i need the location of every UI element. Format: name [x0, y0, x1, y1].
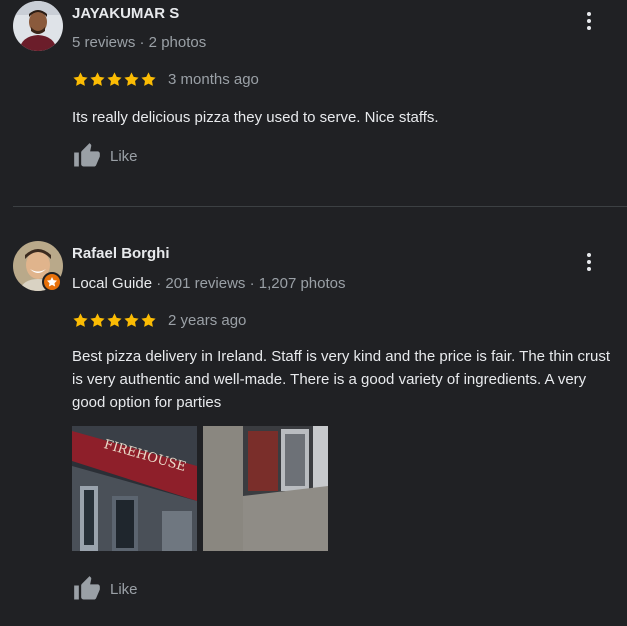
star-icon	[90, 312, 105, 327]
more-options-button[interactable]	[579, 9, 599, 33]
local-guide-badge-icon	[42, 272, 62, 292]
star-icon	[141, 312, 156, 327]
reviewer-meta: 5 reviews · 2 photos	[72, 34, 207, 51]
like-button[interactable]: Like	[72, 142, 138, 170]
reviewer-meta: Local Guide · 201 reviews · 1,207 photos	[72, 275, 346, 292]
reviewer-name[interactable]: Rafael Borghi	[72, 245, 170, 262]
star-icon	[73, 312, 88, 327]
like-button[interactable]: Like	[72, 575, 138, 603]
star-rating	[72, 69, 157, 89]
review-text: Its really delicious pizza they used to …	[72, 109, 439, 126]
reviewer-avatar[interactable]	[13, 1, 63, 51]
reviewer-stats: · 201 reviews · 1,207 photos	[152, 275, 346, 292]
star-icon	[107, 312, 122, 327]
star-icon	[124, 312, 139, 327]
more-vert-icon	[587, 253, 591, 257]
review-photo[interactable]	[203, 426, 328, 551]
review-time: 3 months ago	[168, 71, 259, 88]
like-label: Like	[110, 580, 138, 598]
review-text: Best pizza delivery in Ireland. Staff is…	[72, 348, 611, 411]
review-card: JAYAKUMAR S 5 reviews · 2 photos 3 month…	[0, 0, 627, 206]
star-icon	[90, 71, 105, 86]
more-vert-icon	[587, 12, 591, 16]
star-rating	[72, 310, 157, 330]
thumb-up-icon	[74, 143, 100, 167]
like-label: Like	[110, 147, 138, 165]
star-icon	[107, 71, 122, 86]
review-time: 2 years ago	[168, 312, 247, 329]
star-icon	[124, 71, 139, 86]
review-photo[interactable]: FIREHOUSE	[72, 426, 197, 551]
local-guide-label: Local Guide	[72, 275, 153, 292]
review-photos: FIREHOUSE	[72, 426, 328, 551]
thumb-up-icon	[74, 576, 100, 600]
star-icon	[73, 71, 88, 86]
reviewer-name[interactable]: JAYAKUMAR S	[72, 5, 179, 22]
star-icon	[141, 71, 156, 86]
more-options-button[interactable]	[579, 250, 599, 274]
review-card: Rafael Borghi Local Guide · 201 reviews …	[0, 207, 627, 626]
